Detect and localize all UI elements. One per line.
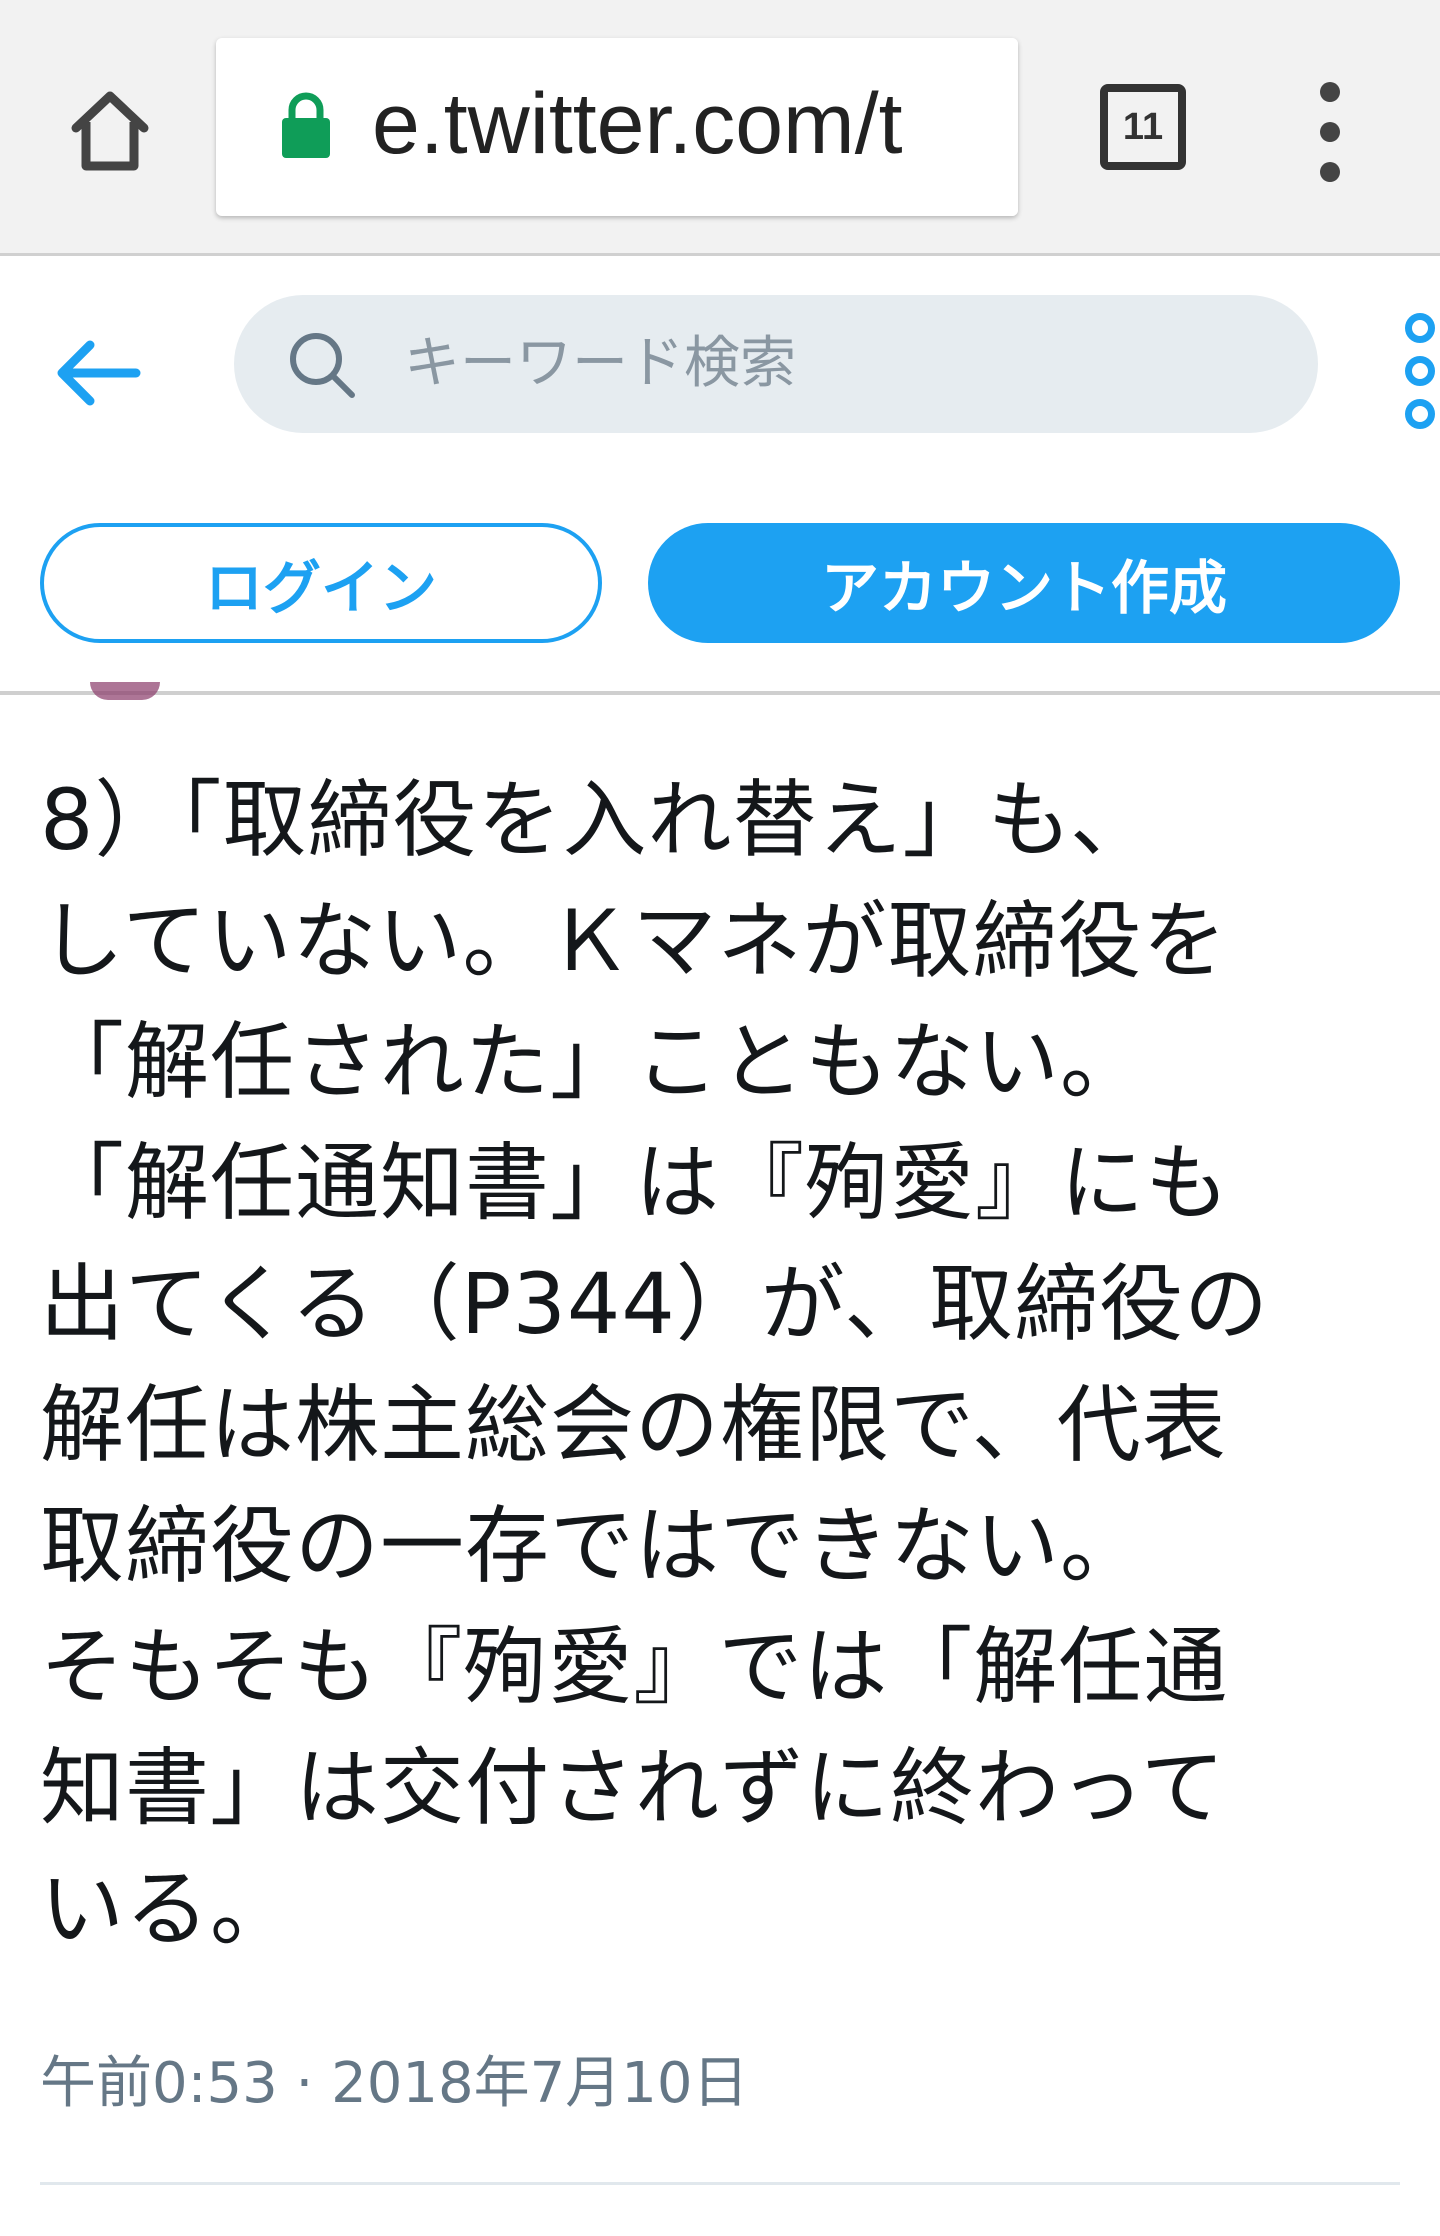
- tweet-text: 8）「取締役を入れ替え」も、 していない。Ｋマネが取締役を 「解任された」ことも…: [40, 771, 1270, 1958]
- menu-dot: [1320, 162, 1340, 182]
- url-fade: [928, 38, 1018, 216]
- lock-icon: [282, 92, 330, 158]
- more-dot: [1405, 399, 1435, 429]
- home-icon: [71, 91, 149, 171]
- more-button[interactable]: [1398, 313, 1440, 429]
- menu-dot: [1320, 82, 1340, 102]
- browser-menu-button[interactable]: [1302, 82, 1358, 182]
- tab-switcher-button[interactable]: 11: [1100, 84, 1186, 170]
- more-dot: [1405, 356, 1435, 386]
- more-dot: [1405, 313, 1435, 343]
- signup-button[interactable]: アカウント作成: [648, 523, 1400, 643]
- search-placeholder: キーワード検索: [404, 331, 796, 396]
- browser-toolbar: e.twitter.com/t 11: [0, 0, 1440, 256]
- url-text: e.twitter.com/t: [372, 76, 903, 172]
- search-icon: [290, 333, 355, 398]
- login-button[interactable]: ログイン: [40, 523, 602, 643]
- arrow-left-icon: [57, 340, 141, 406]
- twitter-header: キーワード検索 ログイン アカウント作成: [0, 259, 1440, 695]
- avatar[interactable]: [90, 682, 160, 700]
- divider: [40, 2182, 1400, 2185]
- menu-dot: [1320, 122, 1340, 142]
- tweet-timestamp[interactable]: 午前0:53 · 2018年7月10日: [40, 2038, 749, 2119]
- address-bar[interactable]: e.twitter.com/t: [216, 38, 1018, 216]
- home-button[interactable]: [60, 80, 160, 180]
- search-input[interactable]: キーワード検索: [234, 295, 1318, 433]
- back-button[interactable]: [50, 323, 150, 423]
